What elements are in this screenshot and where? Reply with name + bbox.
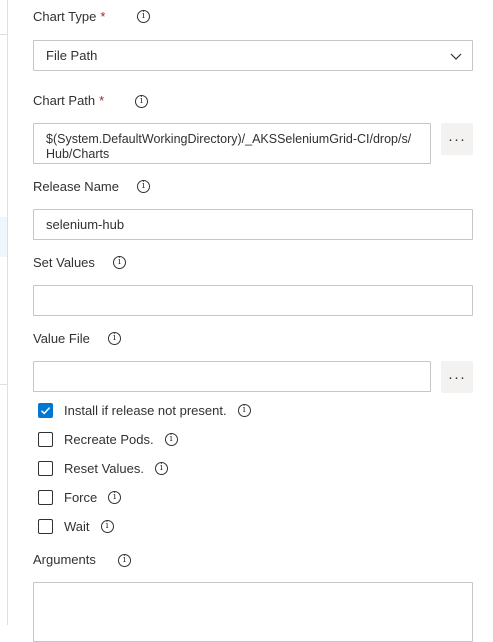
chart-path-label-text: Chart Path: [33, 92, 96, 108]
info-icon[interactable]: i: [154, 461, 168, 475]
checkmark-icon: [40, 406, 51, 414]
chart-path-browse-button[interactable]: ···: [441, 123, 473, 155]
required-asterisk: *: [100, 8, 106, 24]
arguments-textarea[interactable]: [33, 582, 473, 642]
info-icon[interactable]: i: [137, 180, 150, 193]
chevron-down-icon: [450, 53, 462, 60]
arguments-label-text: Arguments: [33, 551, 96, 567]
checkbox-checked[interactable]: [38, 402, 53, 418]
info-icon[interactable]: i: [113, 256, 126, 269]
value-file-browse-button[interactable]: ···: [441, 361, 473, 393]
arguments-label: Arguments: [33, 550, 96, 568]
chart-path-value: $(System.DefaultWorkingDirectory)/_AKSSe…: [46, 132, 412, 161]
release-name-value: selenium-hub: [46, 217, 125, 232]
info-icon[interactable]: i: [118, 554, 131, 567]
chart-path-label: Chart Path *: [33, 91, 104, 109]
set-values-label: Set Values: [33, 253, 95, 271]
info-icon[interactable]: i: [108, 490, 122, 504]
info-icon[interactable]: i: [108, 332, 121, 345]
info-icon[interactable]: i: [100, 519, 114, 533]
checkbox-label: Recreate Pods.: [64, 431, 154, 447]
value-file-label: Value File: [33, 329, 90, 347]
chart-type-label-text: Chart Type: [33, 8, 97, 24]
checkbox-unchecked[interactable]: [38, 489, 53, 505]
checkbox-install-if-not-present[interactable]: Install if release not present. i: [38, 401, 251, 419]
release-name-label: Release Name: [33, 177, 119, 195]
release-name-input[interactable]: selenium-hub: [33, 209, 473, 240]
arguments-value: [46, 591, 462, 641]
left-panel-edge: [0, 0, 8, 625]
chart-path-input[interactable]: $(System.DefaultWorkingDirectory)/_AKSSe…: [33, 123, 431, 164]
info-icon[interactable]: i: [164, 432, 178, 446]
value-file-input[interactable]: [33, 361, 431, 392]
release-name-label-text: Release Name: [33, 178, 119, 194]
checkbox-unchecked[interactable]: [38, 431, 53, 447]
checkbox-unchecked[interactable]: [38, 518, 53, 534]
checkbox-unchecked[interactable]: [38, 460, 53, 476]
chart-type-label: Chart Type *: [33, 7, 105, 25]
info-icon[interactable]: i: [135, 95, 148, 108]
set-values-input[interactable]: [33, 285, 473, 316]
checkbox-label: Wait: [64, 518, 90, 534]
checkbox-label: Reset Values.: [64, 460, 144, 476]
value-file-label-text: Value File: [33, 330, 90, 346]
left-panel-selected-highlight: [0, 217, 7, 257]
checkbox-reset-values[interactable]: Reset Values. i: [38, 459, 168, 477]
left-panel-divider: [0, 384, 7, 385]
checkbox-wait[interactable]: Wait i: [38, 517, 114, 535]
info-icon[interactable]: i: [137, 10, 150, 23]
chart-type-value: File Path: [46, 48, 98, 63]
checkbox-recreate-pods[interactable]: Recreate Pods. i: [38, 430, 178, 448]
info-icon[interactable]: i: [237, 403, 251, 417]
checkbox-label: Force: [64, 489, 98, 505]
checkbox-label: Install if release not present.: [64, 402, 227, 418]
required-asterisk: *: [99, 92, 105, 108]
set-values-label-text: Set Values: [33, 254, 95, 270]
checkbox-force[interactable]: Force i: [38, 488, 122, 506]
chart-type-dropdown[interactable]: File Path: [33, 40, 473, 71]
left-panel-divider: [0, 34, 7, 35]
